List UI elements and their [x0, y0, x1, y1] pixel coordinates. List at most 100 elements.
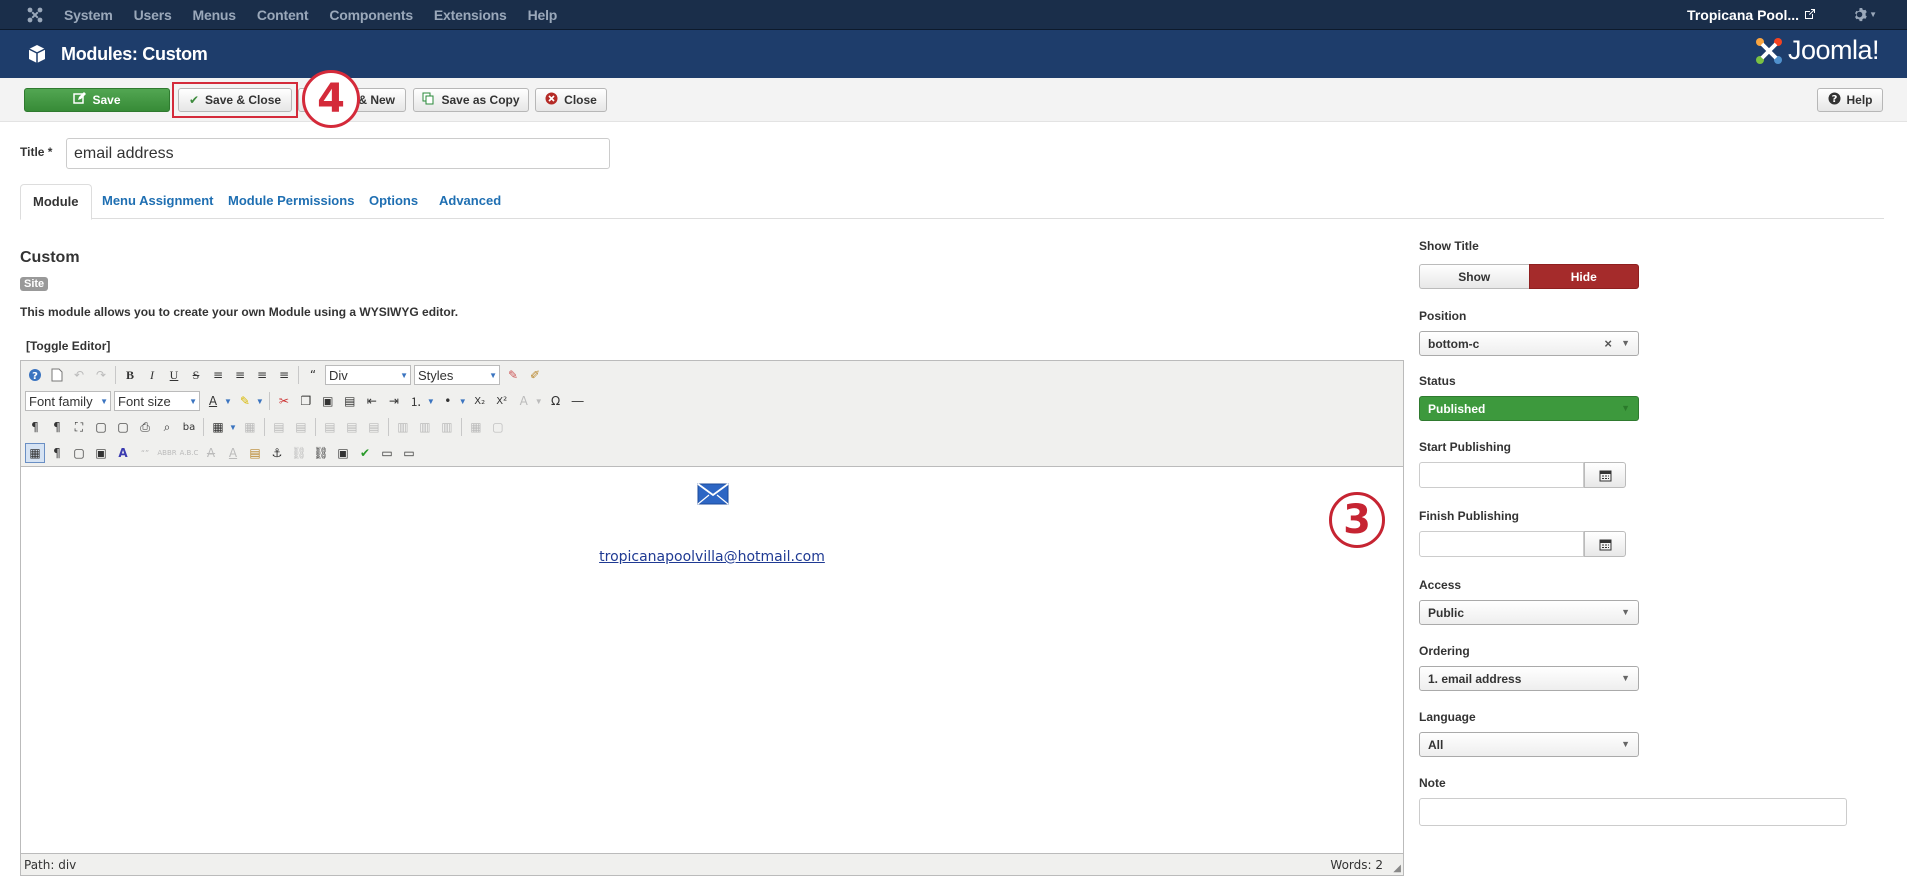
save-button[interactable]: Save: [24, 88, 170, 112]
help-button[interactable]: ? Help: [1817, 88, 1883, 112]
table-row-props-icon[interactable]: ▤: [269, 417, 289, 437]
font-size-select[interactable]: Font size ▼: [114, 391, 200, 411]
del-icon[interactable]: A: [201, 443, 221, 463]
delete-table-icon[interactable]: ▦: [240, 417, 260, 437]
redo-icon[interactable]: ↷: [91, 365, 111, 385]
styles-select[interactable]: Styles ▼: [414, 365, 500, 385]
split-cells-icon[interactable]: ▦: [466, 417, 486, 437]
table-cell-props-icon[interactable]: ▤: [291, 417, 311, 437]
align-left-icon[interactable]: ≡: [252, 365, 272, 385]
italic-icon[interactable]: I: [142, 365, 162, 385]
show-blocks-icon[interactable]: ¶: [47, 443, 67, 463]
template-icon[interactable]: ▢: [69, 443, 89, 463]
special-char-icon[interactable]: Ω: [546, 391, 566, 411]
replace-icon[interactable]: ba: [179, 417, 199, 437]
rtl-icon[interactable]: ¶: [47, 417, 67, 437]
show-title-show[interactable]: Show: [1419, 264, 1529, 289]
pagebreak-icon[interactable]: ▭: [377, 443, 397, 463]
align-center-icon[interactable]: ≡: [230, 365, 250, 385]
menu-help[interactable]: Help: [528, 7, 558, 23]
bold-icon[interactable]: B: [120, 365, 140, 385]
settings-gear-icon[interactable]: ▼: [1852, 7, 1877, 22]
horizontal-rule-icon[interactable]: ―: [568, 391, 588, 411]
row-after-icon[interactable]: ▤: [342, 417, 362, 437]
subscript-icon[interactable]: X₂: [470, 391, 490, 411]
email-link[interactable]: tropicanapoolvilla@hotmail.com: [21, 549, 1403, 565]
tab-module[interactable]: Module: [20, 184, 92, 220]
language-select[interactable]: All ▼: [1419, 732, 1639, 757]
align-right-icon[interactable]: ≡: [274, 365, 294, 385]
spellcheck-icon[interactable]: ✔: [355, 443, 375, 463]
tab-advanced[interactable]: Advanced: [427, 184, 513, 219]
anchor-icon[interactable]: ⚓: [267, 443, 287, 463]
menu-system[interactable]: System: [64, 7, 113, 23]
merge-cells-icon[interactable]: ▢: [488, 417, 508, 437]
paste-icon[interactable]: ▣: [318, 391, 338, 411]
font-family-select[interactable]: Font family ▼: [25, 391, 111, 411]
delete-row-icon[interactable]: ▤: [364, 417, 384, 437]
tab-menu-assignment[interactable]: Menu Assignment: [90, 184, 225, 219]
search-binoculars-icon[interactable]: ⌕: [157, 417, 177, 437]
preview-icon[interactable]: ▢: [91, 417, 111, 437]
editor-content-area[interactable]: tropicanapoolvilla@hotmail.com: [21, 467, 1403, 855]
tab-module-permissions[interactable]: Module Permissions: [216, 184, 366, 219]
ltr-icon[interactable]: ¶: [25, 417, 45, 437]
outdent-icon[interactable]: ⇤: [362, 391, 382, 411]
save-copy-button[interactable]: Save as Copy: [413, 88, 529, 112]
strikethrough-icon[interactable]: S: [186, 365, 206, 385]
insert-table-icon[interactable]: ▦: [208, 417, 228, 437]
paste-text-icon[interactable]: ▤: [340, 391, 360, 411]
status-select[interactable]: Published ▼: [1419, 396, 1639, 421]
ordering-select[interactable]: 1. email address ▼: [1419, 666, 1639, 691]
menu-components[interactable]: Components: [329, 7, 413, 23]
new-document-icon[interactable]: [47, 365, 67, 385]
underline-icon[interactable]: U: [164, 365, 184, 385]
abbr-icon[interactable]: ABBR: [157, 443, 177, 463]
format-select[interactable]: Div ▼: [325, 365, 411, 385]
text-color-icon[interactable]: A: [203, 391, 223, 411]
image-icon[interactable]: ▣: [91, 443, 111, 463]
calendar-icon[interactable]: [1584, 531, 1626, 557]
bullet-list-icon[interactable]: •: [438, 391, 458, 411]
font-style-icon[interactable]: A: [514, 391, 534, 411]
cite-icon[interactable]: “”: [135, 443, 155, 463]
position-select[interactable]: bottom-c × ▼: [1419, 331, 1639, 356]
tab-options[interactable]: Options: [357, 184, 430, 219]
cleanup-brush-icon[interactable]: ✐: [525, 365, 545, 385]
close-button[interactable]: Close: [535, 88, 607, 112]
resize-grip-icon[interactable]: ◢: [1393, 863, 1401, 874]
toggle-editor-link[interactable]: [Toggle Editor]: [26, 339, 110, 353]
menu-content[interactable]: Content: [257, 7, 309, 23]
clear-position-icon[interactable]: ×: [1604, 336, 1612, 351]
media-icon[interactable]: ▣: [333, 443, 353, 463]
align-justify-icon[interactable]: ≡: [208, 365, 228, 385]
acronym-icon[interactable]: A.B.C: [179, 443, 199, 463]
indent-icon[interactable]: ⇥: [384, 391, 404, 411]
finish-publishing-input[interactable]: [1419, 531, 1584, 557]
row-before-icon[interactable]: ▤: [320, 417, 340, 437]
note-input[interactable]: [1419, 798, 1847, 826]
menu-extensions[interactable]: Extensions: [434, 7, 507, 23]
start-publishing-input[interactable]: [1419, 462, 1584, 488]
highlight-color-icon[interactable]: ✎: [235, 391, 255, 411]
title-input[interactable]: email address: [66, 138, 610, 169]
calendar-icon[interactable]: [1584, 462, 1626, 488]
fullscreen-icon[interactable]: ⛶: [69, 417, 89, 437]
readmore-icon[interactable]: ▭: [399, 443, 419, 463]
cut-icon[interactable]: ✂: [274, 391, 294, 411]
menu-users[interactable]: Users: [134, 7, 172, 23]
col-after-icon[interactable]: ▥: [415, 417, 435, 437]
blockquote-icon[interactable]: “: [303, 365, 323, 385]
numbered-list-icon[interactable]: ⒈: [406, 391, 426, 411]
access-select[interactable]: Public ▼: [1419, 600, 1639, 625]
attribs-icon[interactable]: ▤: [245, 443, 265, 463]
superscript-icon[interactable]: X²: [492, 391, 512, 411]
help-icon[interactable]: ?: [25, 365, 45, 385]
unlink-icon[interactable]: ⛓: [289, 443, 309, 463]
joomla-menu-icon[interactable]: [20, 0, 50, 30]
ins-icon[interactable]: A: [223, 443, 243, 463]
menu-menus[interactable]: Menus: [193, 7, 237, 23]
eraser-icon[interactable]: ✎: [503, 365, 523, 385]
delete-col-icon[interactable]: ▥: [437, 417, 457, 437]
visual-aid-icon[interactable]: ▦: [25, 443, 45, 463]
